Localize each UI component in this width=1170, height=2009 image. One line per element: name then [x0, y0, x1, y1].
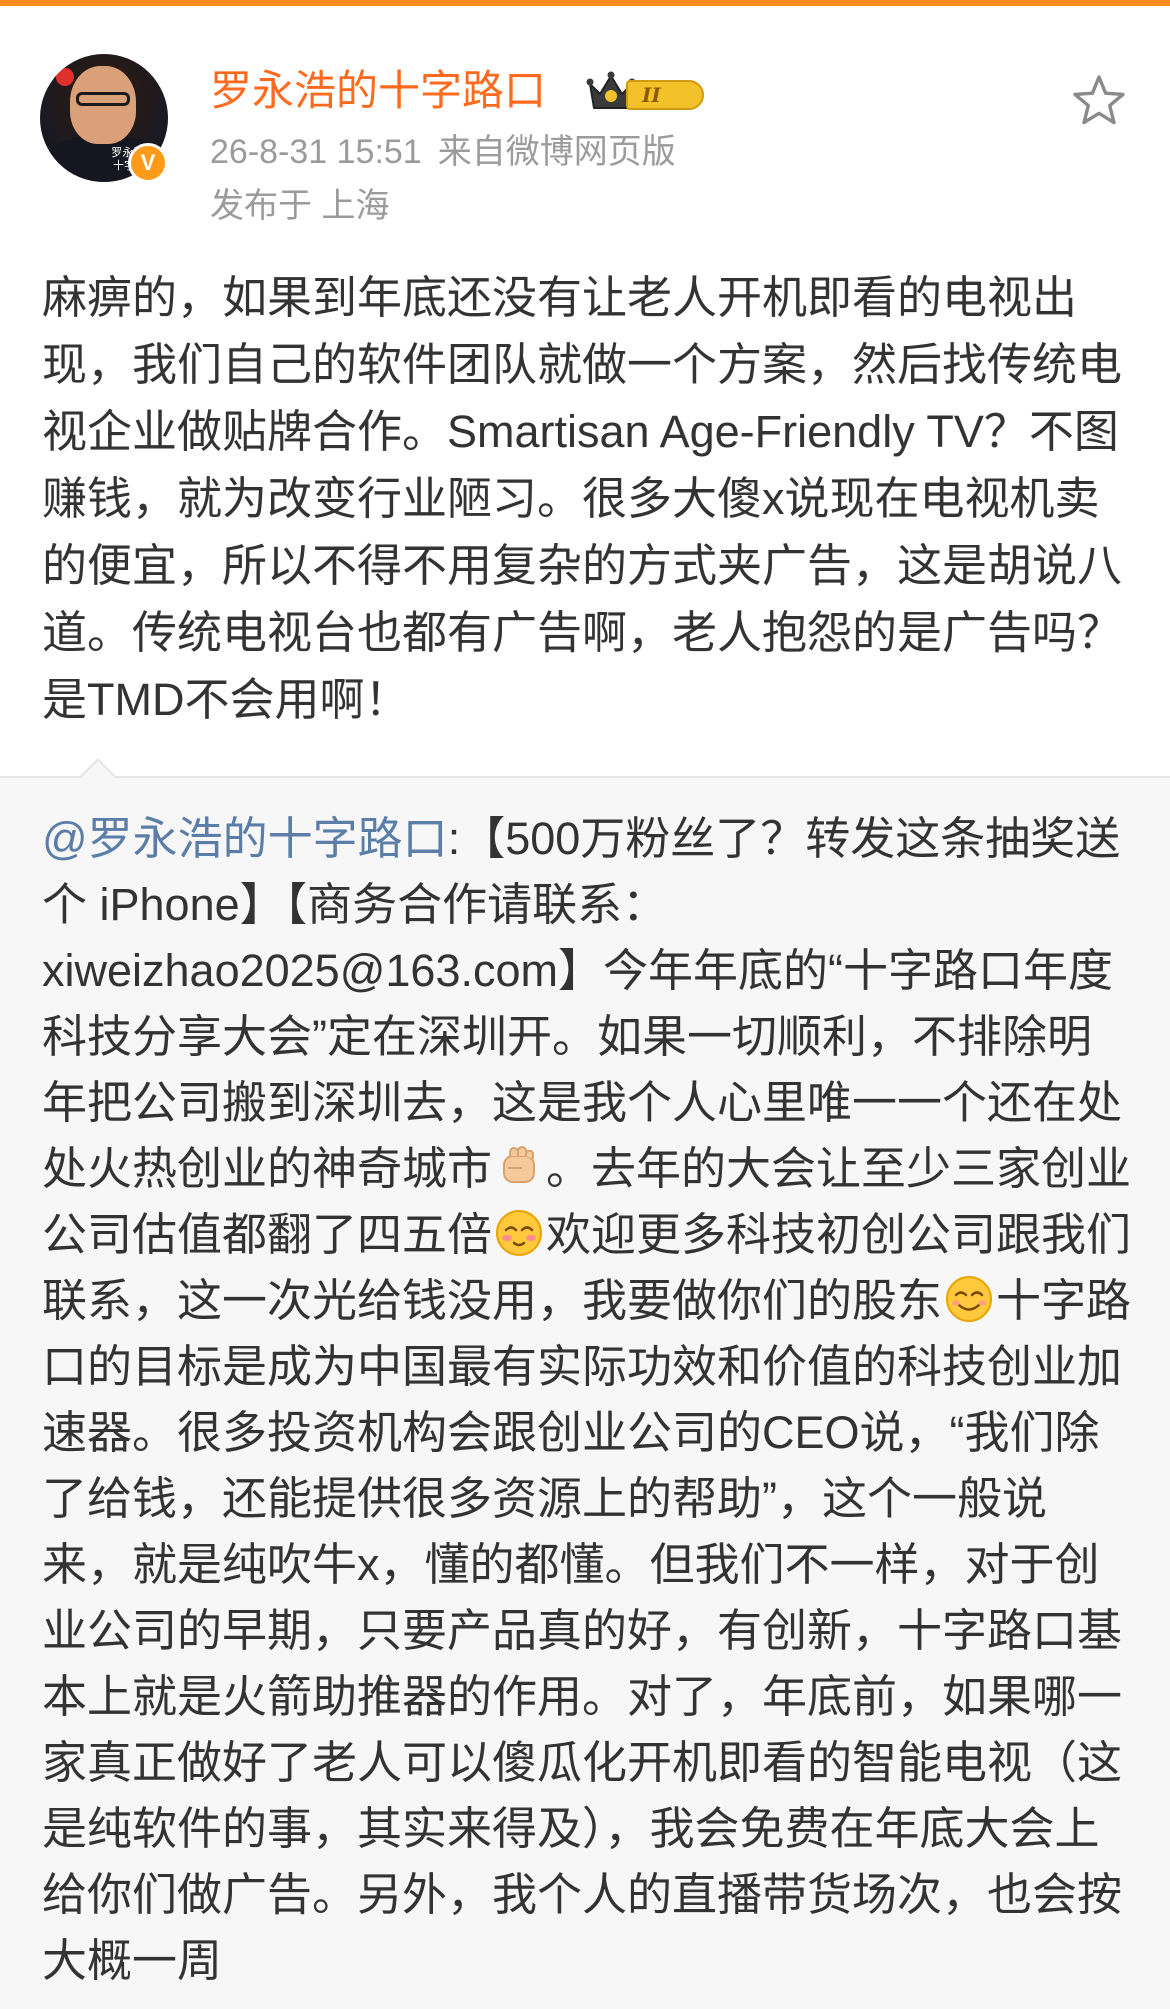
vip-badge[interactable]: II — [586, 70, 706, 114]
author-name[interactable]: 罗永浩的十字路口 — [210, 64, 546, 118]
fist-emoji-icon — [503, 1146, 536, 1183]
post-source[interactable]: 来自微博网页版 — [438, 133, 676, 171]
avatar-logo-icon — [56, 68, 74, 86]
repost-author-mention[interactable]: @罗永浩的十字路口 — [42, 813, 448, 864]
avatar-glasses-shape — [76, 92, 130, 106]
blushing-emoji-icon — [496, 1210, 543, 1256]
original-post: 罗永浩 的十字路口 V 罗永浩的十字路口 II 26-8-31 15:51来自微… — [0, 6, 1170, 776]
repost-text-segment: 十字路口的目标是成为中国最有实际功效和价值的科技创业加速器。很多投资机构会跟创业… — [42, 1275, 1132, 1986]
smiling-emoji-icon — [946, 1276, 993, 1322]
repost-text-segment: :【500万粉丝了？转发这条抽奖送个 iPhone】【商务合作请联系：xiwei… — [42, 813, 1123, 1194]
post-location: 发布于 上海 — [210, 187, 390, 225]
star-outline-icon[interactable] — [1070, 72, 1128, 130]
post-meta: 26-8-31 15:51 来自微博网页版 — [210, 130, 676, 174]
post-body-text: 麻痹的，如果到年底还没有让老人开机即看的电视出现，我们自己的软件团队就做一个方案… — [42, 272, 1123, 725]
reposted-post[interactable]: @罗永浩的十字路口:【500万粉丝了？转发这条抽奖送个 iPhone】【商务合作… — [0, 758, 1170, 2009]
repost-body-text: @罗永浩的十字路口:【500万粉丝了？转发这条抽奖送个 iPhone】【商务合作… — [42, 806, 1132, 1994]
verified-badge-icon: V — [128, 143, 168, 183]
vip-level-label: II — [626, 80, 704, 110]
repost-pointer-fill — [80, 761, 116, 779]
post-time: 26-8-31 15:51 — [210, 133, 422, 171]
weibo-post-page: 罗永浩 的十字路口 V 罗永浩的十字路口 II 26-8-31 15:51来自微… — [0, 0, 1170, 2009]
